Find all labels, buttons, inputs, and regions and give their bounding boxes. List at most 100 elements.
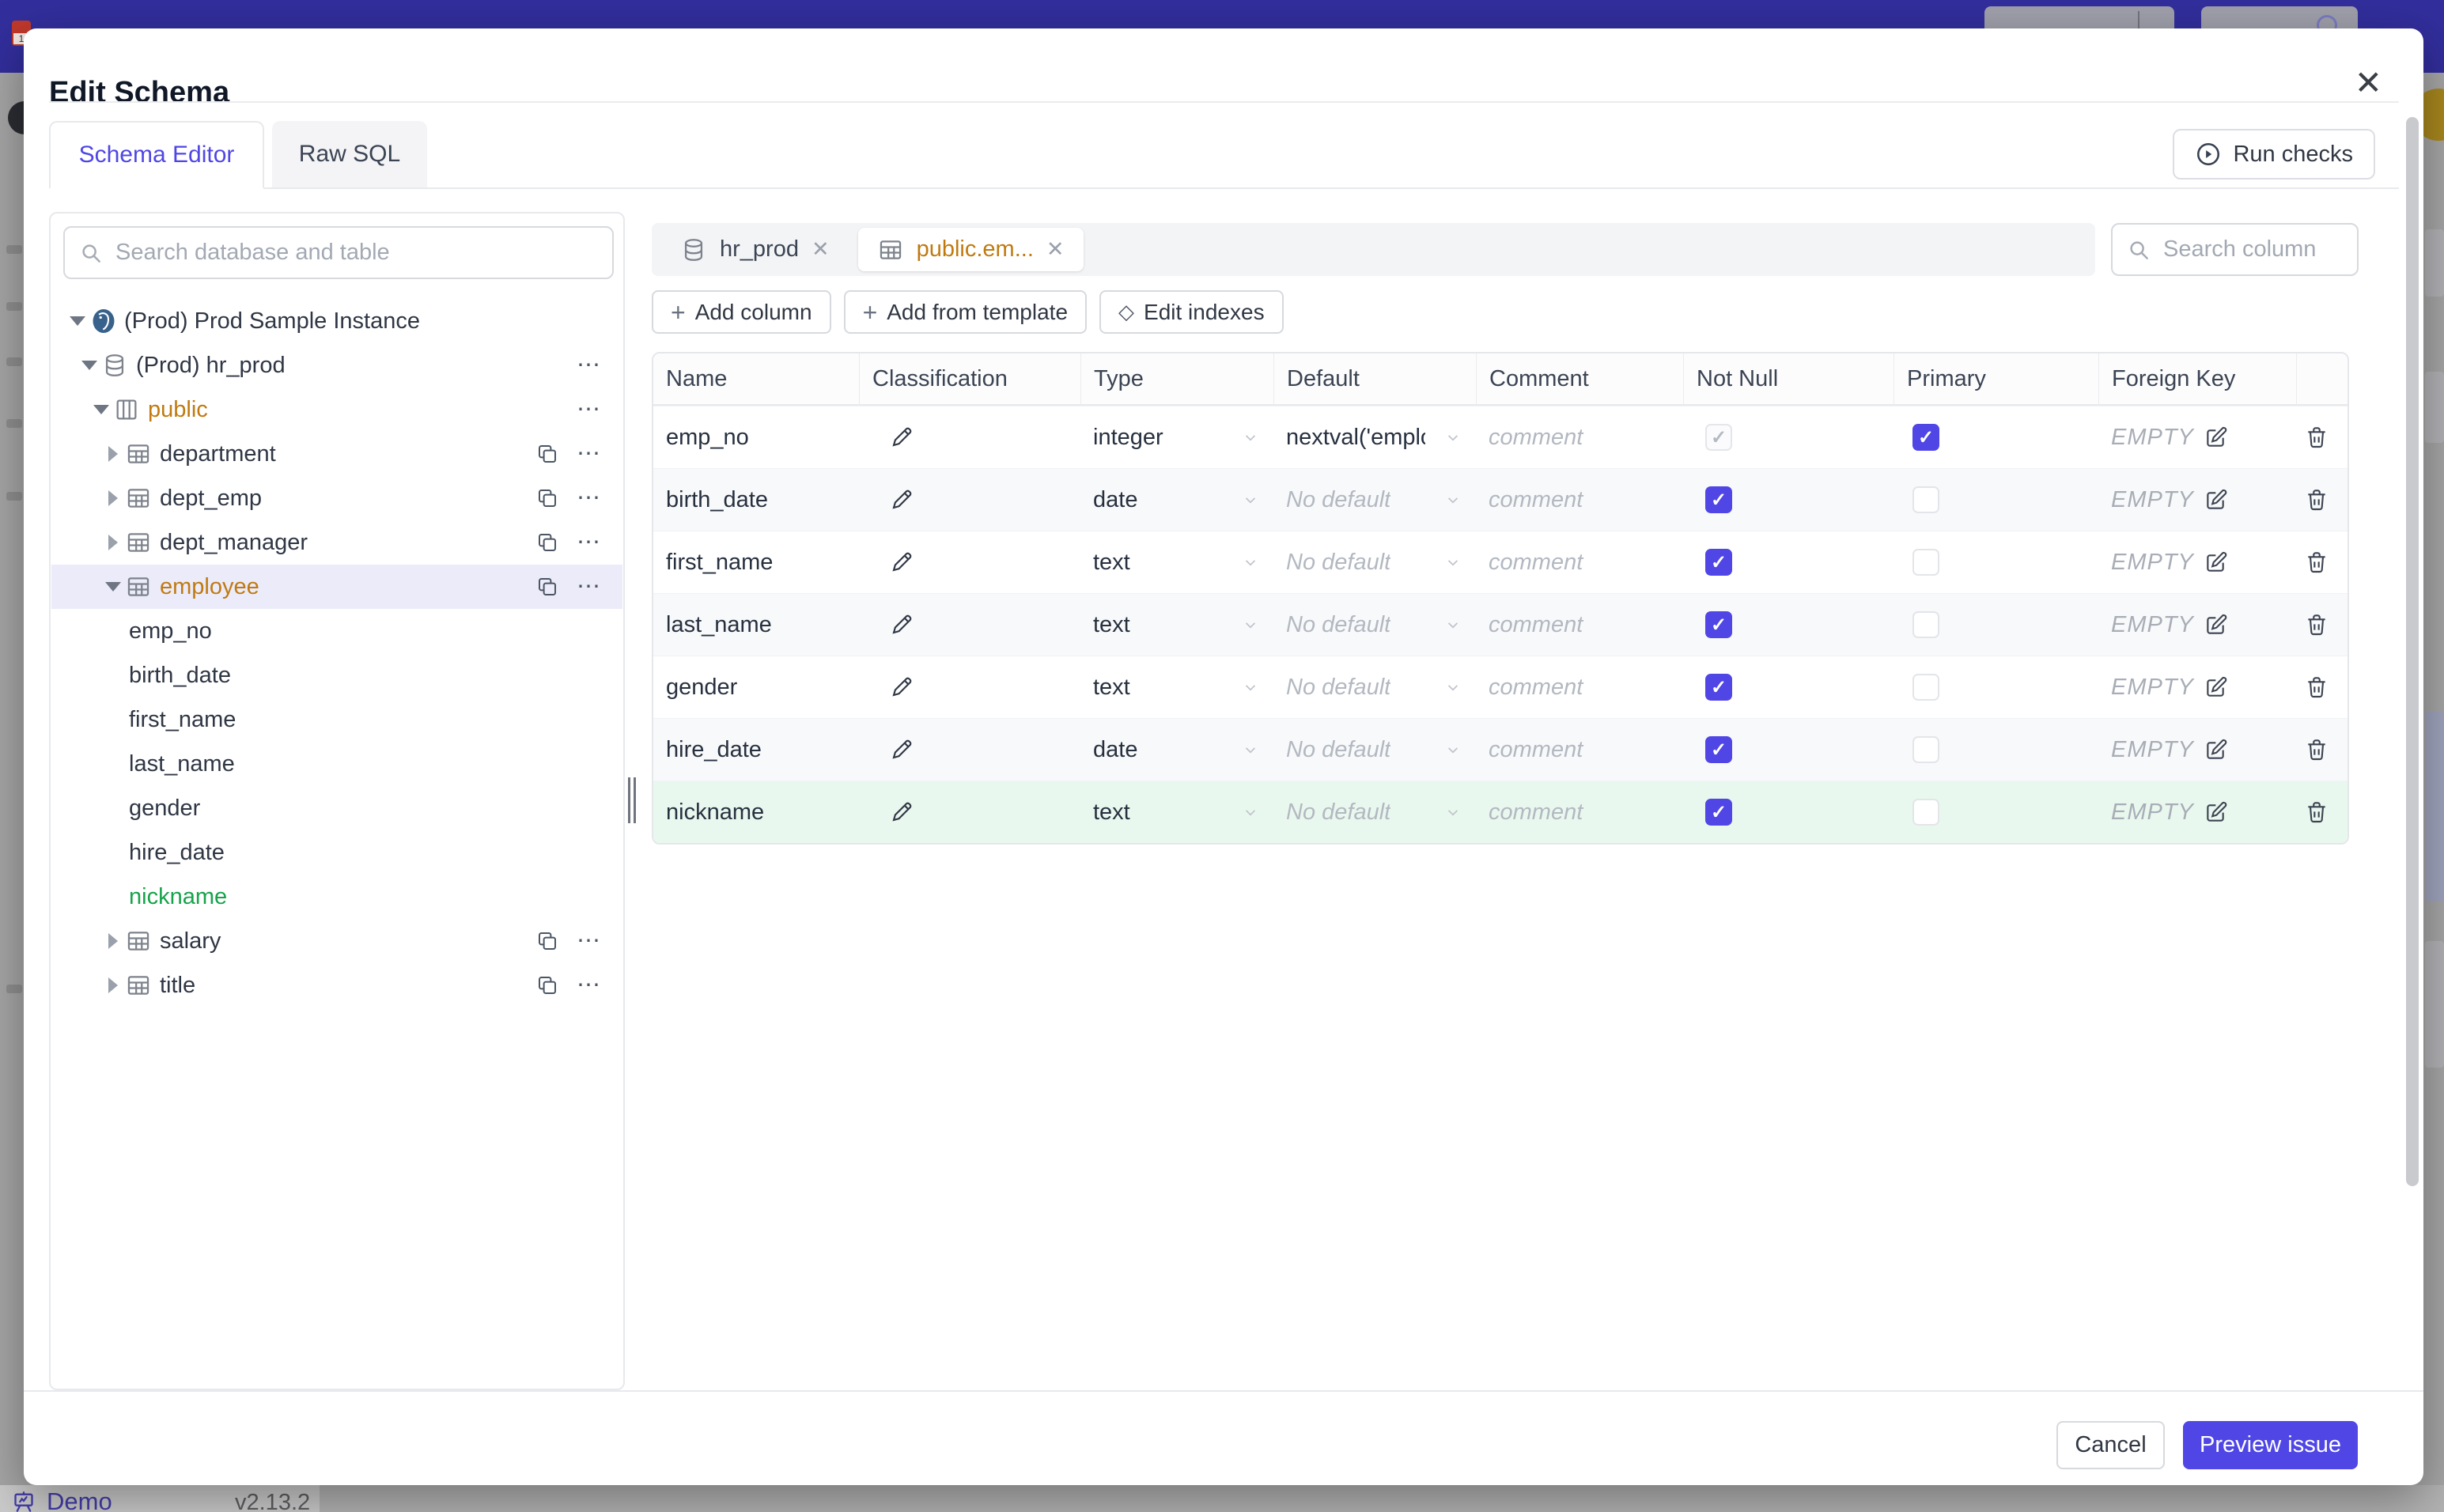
tab-schema-editor[interactable]: Schema Editor xyxy=(49,121,264,189)
delete-column-icon[interactable] xyxy=(2304,550,2329,575)
edit-indexes-button[interactable]: ◇ Edit indexes xyxy=(1099,290,1284,334)
tree-item-gender[interactable]: gender xyxy=(51,786,622,830)
checkbox-unchecked[interactable] xyxy=(1912,549,1939,576)
default-select[interactable]: No default xyxy=(1286,550,1476,576)
column-name-value[interactable]: gender xyxy=(666,675,737,701)
chevron-right-icon[interactable] xyxy=(101,977,125,993)
close-icon[interactable]: ✕ xyxy=(2355,66,2382,100)
chevron-down-icon[interactable] xyxy=(78,361,101,370)
comment-input[interactable]: comment xyxy=(1489,737,1583,763)
delete-column-icon[interactable] xyxy=(2304,675,2329,700)
comment-input[interactable]: comment xyxy=(1489,487,1583,513)
delete-column-icon[interactable] xyxy=(2304,799,2329,825)
add-column-button[interactable]: + Add column xyxy=(652,290,831,334)
column-search-input[interactable] xyxy=(2162,236,2444,263)
comment-input[interactable]: comment xyxy=(1489,425,1583,451)
copy-icon[interactable] xyxy=(535,575,559,599)
more-actions-icon[interactable]: ⋯ xyxy=(577,973,602,997)
add-from-template-button[interactable]: + Add from template xyxy=(843,290,1088,334)
classification-pencil-icon[interactable] xyxy=(889,675,914,700)
tree-item-public[interactable]: public ⋯ xyxy=(51,387,622,432)
type-select[interactable]: text xyxy=(1093,675,1273,701)
column-search-field[interactable] xyxy=(2111,223,2444,276)
chevron-down-icon[interactable] xyxy=(66,316,89,326)
copy-icon[interactable] xyxy=(535,531,559,554)
checkbox-checked[interactable]: ✓ xyxy=(1705,674,1732,701)
checkbox-checked[interactable]: ✓ xyxy=(1912,424,1939,451)
tree-item-title[interactable]: title ⋯ xyxy=(51,963,622,1007)
column-name-value[interactable]: emp_no xyxy=(666,425,749,451)
tree-item-birth_date[interactable]: birth_date xyxy=(51,653,622,697)
default-select[interactable]: No default xyxy=(1286,487,1476,513)
more-actions-icon[interactable]: ⋯ xyxy=(577,575,602,599)
tree-search-field[interactable] xyxy=(63,226,614,279)
column-name-value[interactable]: nickname xyxy=(666,799,764,826)
default-select[interactable]: No default xyxy=(1286,675,1476,701)
delete-column-icon[interactable] xyxy=(2304,487,2329,512)
type-select[interactable]: integer xyxy=(1093,425,1273,451)
tree-item-hire_date[interactable]: hire_date xyxy=(51,830,622,875)
column-name-value[interactable]: first_name xyxy=(666,550,773,576)
column-name-value[interactable]: last_name xyxy=(666,612,772,638)
edit-foreign-key-icon[interactable] xyxy=(2204,487,2229,512)
chevron-right-icon[interactable] xyxy=(101,535,125,550)
chevron-down-icon[interactable] xyxy=(101,582,125,592)
edit-foreign-key-icon[interactable] xyxy=(2204,550,2229,575)
tree-item-dept_emp[interactable]: dept_emp ⋯ xyxy=(51,476,622,520)
checkbox-checked[interactable]: ✓ xyxy=(1705,799,1732,826)
tree-item-emp_no[interactable]: emp_no xyxy=(51,609,622,653)
checkbox-unchecked[interactable] xyxy=(1912,799,1939,826)
edit-foreign-key-icon[interactable] xyxy=(2204,737,2229,762)
default-select[interactable]: No default xyxy=(1286,799,1476,826)
tree-item-employee[interactable]: employee ⋯ xyxy=(51,565,622,609)
checkbox-checked[interactable]: ✓ xyxy=(1705,486,1732,513)
default-select[interactable]: nextval('employ xyxy=(1286,425,1476,451)
comment-input[interactable]: comment xyxy=(1489,612,1583,638)
type-select[interactable]: text xyxy=(1093,612,1273,638)
checkbox-unchecked[interactable] xyxy=(1912,486,1939,513)
checkbox-checked[interactable]: ✓ xyxy=(1705,736,1732,763)
comment-input[interactable]: comment xyxy=(1489,675,1583,701)
demo-link[interactable]: Demo xyxy=(12,1487,112,1512)
default-select[interactable]: No default xyxy=(1286,737,1476,763)
column-name-value[interactable]: birth_date xyxy=(666,487,768,513)
chevron-down-icon[interactable] xyxy=(89,405,113,414)
run-checks-button[interactable]: Run checks xyxy=(2173,129,2375,180)
tree-search-input[interactable] xyxy=(114,239,598,266)
checkbox-unchecked[interactable] xyxy=(1912,611,1939,638)
cancel-button[interactable]: Cancel xyxy=(2056,1421,2165,1469)
type-select[interactable]: date xyxy=(1093,487,1273,513)
chevron-right-icon[interactable] xyxy=(101,446,125,462)
classification-pencil-icon[interactable] xyxy=(889,799,914,825)
type-select[interactable]: text xyxy=(1093,550,1273,576)
more-actions-icon[interactable]: ⋯ xyxy=(577,531,602,554)
edit-foreign-key-icon[interactable] xyxy=(2204,425,2229,450)
comment-input[interactable]: comment xyxy=(1489,550,1583,576)
tab-raw-sql[interactable]: Raw SQL xyxy=(272,121,427,187)
more-actions-icon[interactable]: ⋯ xyxy=(577,929,602,953)
close-tab-icon[interactable]: ✕ xyxy=(812,237,830,262)
classification-pencil-icon[interactable] xyxy=(889,737,914,762)
delete-column-icon[interactable] xyxy=(2304,612,2329,637)
classification-pencil-icon[interactable] xyxy=(889,550,914,575)
chevron-right-icon[interactable] xyxy=(101,490,125,506)
comment-input[interactable]: comment xyxy=(1489,799,1583,826)
editor-tab-public-em-[interactable]: public.em... ✕ xyxy=(857,228,1084,271)
tree-item-nickname[interactable]: nickname xyxy=(51,875,622,919)
close-tab-icon[interactable]: ✕ xyxy=(1046,237,1065,262)
copy-icon[interactable] xyxy=(535,973,559,997)
edit-foreign-key-icon[interactable] xyxy=(2204,675,2229,700)
preview-issue-button[interactable]: Preview issue xyxy=(2183,1421,2358,1469)
more-actions-icon[interactable]: ⋯ xyxy=(577,398,602,421)
tree-item-last_name[interactable]: last_name xyxy=(51,742,622,786)
tree-item-department[interactable]: department ⋯ xyxy=(51,432,622,476)
copy-icon[interactable] xyxy=(535,929,559,953)
copy-icon[interactable] xyxy=(535,442,559,466)
dialog-scrollbar-thumb[interactable] xyxy=(2406,117,2419,1186)
tree-item-dept_manager[interactable]: dept_manager ⋯ xyxy=(51,520,622,565)
default-select[interactable]: No default xyxy=(1286,612,1476,638)
checkbox-unchecked[interactable] xyxy=(1912,674,1939,701)
tree-item--prod-hr_prod[interactable]: (Prod) hr_prod ⋯ xyxy=(51,343,622,387)
editor-tab-hr_prod[interactable]: hr_prod ✕ xyxy=(661,228,849,271)
delete-column-icon[interactable] xyxy=(2304,425,2329,450)
